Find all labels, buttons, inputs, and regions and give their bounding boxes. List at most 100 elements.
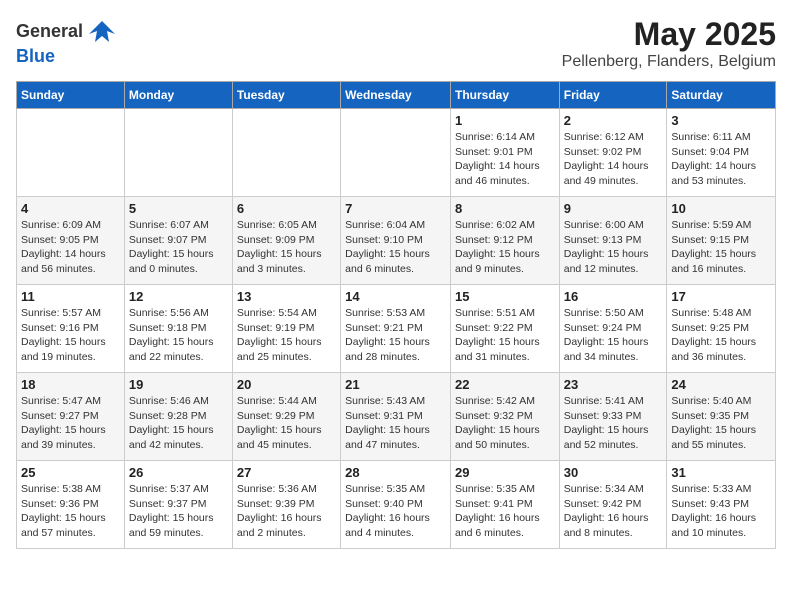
day-number: 3 [671, 113, 771, 128]
calendar-cell: 6 Sunrise: 6:05 AMSunset: 9:09 PMDaylight… [232, 197, 340, 285]
day-info: Sunrise: 5:46 AMSunset: 9:28 PMDaylight:… [129, 394, 228, 453]
calendar-cell: 16Sunrise: 5:50 AMSunset: 9:24 PMDayligh… [559, 285, 667, 373]
day-info: Sunrise: 6:11 AMSunset: 9:04 PMDaylight:… [671, 130, 771, 189]
calendar-cell: 30 Sunrise: 5:34 AMSunset: 9:42 PMDayligh… [559, 461, 667, 549]
day-number: 25 [21, 465, 120, 480]
calendar-week-row: 1 Sunrise: 6:14 AMSunset: 9:01 PMDaylight… [17, 109, 776, 197]
day-info: Sunrise: 5:47 AMSunset: 9:27 PMDaylight:… [21, 394, 120, 453]
col-header-monday: Monday [124, 82, 232, 109]
calendar-week-row: 11 Sunrise: 5:57 AMSunset: 9:16 PMDayligh… [17, 285, 776, 373]
calendar-cell: 1 Sunrise: 6:14 AMSunset: 9:01 PMDaylight… [450, 109, 559, 197]
day-info: Sunrise: 5:34 AMSunset: 9:42 PMDaylight:… [564, 482, 663, 541]
day-info: Sunrise: 5:42 AMSunset: 9:32 PMDaylight:… [455, 394, 555, 453]
day-info: Sunrise: 5:38 AMSunset: 9:36 PMDaylight:… [21, 482, 120, 541]
day-info: Sunrise: 5:53 AMSunset: 9:21 PMDaylight:… [345, 306, 446, 365]
col-header-sunday: Sunday [17, 82, 125, 109]
day-number: 30 [564, 465, 663, 480]
calendar-cell: 29 Sunrise: 5:35 AMSunset: 9:41 PMDayligh… [450, 461, 559, 549]
day-number: 5 [129, 201, 228, 216]
day-number: 13 [237, 289, 336, 304]
day-info: Sunrise: 6:09 AMSunset: 9:05 PMDaylight:… [21, 218, 120, 277]
calendar-cell [124, 109, 232, 197]
calendar-cell: 21Sunrise: 5:43 AMSunset: 9:31 PMDayligh… [341, 373, 451, 461]
calendar-cell: 27 Sunrise: 5:36 AMSunset: 9:39 PMDayligh… [232, 461, 340, 549]
calendar-cell: 24 Sunrise: 5:40 AMSunset: 9:35 PMDayligh… [667, 373, 776, 461]
day-info: Sunrise: 5:37 AMSunset: 9:37 PMDaylight:… [129, 482, 228, 541]
day-info: Sunrise: 5:44 AMSunset: 9:29 PMDaylight:… [237, 394, 336, 453]
day-info: Sunrise: 5:35 AMSunset: 9:41 PMDaylight:… [455, 482, 555, 541]
calendar-week-row: 18 Sunrise: 5:47 AMSunset: 9:27 PMDayligh… [17, 373, 776, 461]
day-info: Sunrise: 5:43 AMSunset: 9:31 PMDaylight:… [345, 394, 446, 453]
day-number: 14 [345, 289, 446, 304]
day-info: Sunrise: 5:57 AMSunset: 9:16 PMDaylight:… [21, 306, 120, 365]
day-number: 22 [455, 377, 555, 392]
col-header-tuesday: Tuesday [232, 82, 340, 109]
day-info: Sunrise: 5:40 AMSunset: 9:35 PMDaylight:… [671, 394, 771, 453]
calendar-cell: 5 Sunrise: 6:07 AMSunset: 9:07 PMDaylight… [124, 197, 232, 285]
calendar-cell: 8Sunrise: 6:02 AMSunset: 9:12 PMDaylight… [450, 197, 559, 285]
day-number: 11 [21, 289, 120, 304]
col-header-saturday: Saturday [667, 82, 776, 109]
calendar-cell: 7Sunrise: 6:04 AMSunset: 9:10 PMDaylight… [341, 197, 451, 285]
col-header-friday: Friday [559, 82, 667, 109]
calendar-cell: 31Sunrise: 5:33 AMSunset: 9:43 PMDayligh… [667, 461, 776, 549]
page-header: General Blue May 2025 Pellenberg, Flande… [16, 16, 776, 71]
calendar-cell: 9 Sunrise: 6:00 AMSunset: 9:13 PMDaylight… [559, 197, 667, 285]
day-number: 24 [671, 377, 771, 392]
day-number: 12 [129, 289, 228, 304]
calendar-cell: 26 Sunrise: 5:37 AMSunset: 9:37 PMDayligh… [124, 461, 232, 549]
day-info: Sunrise: 5:36 AMSunset: 9:39 PMDaylight:… [237, 482, 336, 541]
day-number: 18 [21, 377, 120, 392]
day-info: Sunrise: 6:05 AMSunset: 9:09 PMDaylight:… [237, 218, 336, 277]
col-header-wednesday: Wednesday [341, 82, 451, 109]
calendar-week-row: 4 Sunrise: 6:09 AMSunset: 9:05 PMDaylight… [17, 197, 776, 285]
day-number: 26 [129, 465, 228, 480]
calendar-cell [232, 109, 340, 197]
day-number: 19 [129, 377, 228, 392]
calendar-cell: 17Sunrise: 5:48 AMSunset: 9:25 PMDayligh… [667, 285, 776, 373]
calendar-cell: 12Sunrise: 5:56 AMSunset: 9:18 PMDayligh… [124, 285, 232, 373]
day-number: 6 [237, 201, 336, 216]
day-number: 10 [671, 201, 771, 216]
calendar-cell: 15 Sunrise: 5:51 AMSunset: 9:22 PMDayligh… [450, 285, 559, 373]
day-number: 20 [237, 377, 336, 392]
calendar-cell: 28Sunrise: 5:35 AMSunset: 9:40 PMDayligh… [341, 461, 451, 549]
calendar-cell: 13 Sunrise: 5:54 AMSunset: 9:19 PMDayligh… [232, 285, 340, 373]
logo-general-text: General [16, 21, 83, 42]
day-info: Sunrise: 5:51 AMSunset: 9:22 PMDaylight:… [455, 306, 555, 365]
calendar-cell: 23Sunrise: 5:41 AMSunset: 9:33 PMDayligh… [559, 373, 667, 461]
calendar-cell: 20 Sunrise: 5:44 AMSunset: 9:29 PMDayligh… [232, 373, 340, 461]
calendar-cell: 11 Sunrise: 5:57 AMSunset: 9:16 PMDayligh… [17, 285, 125, 373]
day-info: Sunrise: 5:54 AMSunset: 9:19 PMDaylight:… [237, 306, 336, 365]
calendar-cell: 14 Sunrise: 5:53 AMSunset: 9:21 PMDayligh… [341, 285, 451, 373]
title-area: May 2025 Pellenberg, Flanders, Belgium [562, 16, 776, 71]
day-info: Sunrise: 5:33 AMSunset: 9:43 PMDaylight:… [671, 482, 771, 541]
day-number: 27 [237, 465, 336, 480]
day-number: 7 [345, 201, 446, 216]
day-number: 29 [455, 465, 555, 480]
calendar-cell: 10 Sunrise: 5:59 AMSunset: 9:15 PMDayligh… [667, 197, 776, 285]
day-info: Sunrise: 6:00 AMSunset: 9:13 PMDaylight:… [564, 218, 663, 277]
calendar-cell: 22 Sunrise: 5:42 AMSunset: 9:32 PMDayligh… [450, 373, 559, 461]
day-number: 4 [21, 201, 120, 216]
location-title: Pellenberg, Flanders, Belgium [562, 53, 776, 71]
day-info: Sunrise: 6:07 AMSunset: 9:07 PMDaylight:… [129, 218, 228, 277]
day-number: 23 [564, 377, 663, 392]
day-info: Sunrise: 5:59 AMSunset: 9:15 PMDaylight:… [671, 218, 771, 277]
day-info: Sunrise: 6:14 AMSunset: 9:01 PMDaylight:… [455, 130, 555, 189]
day-number: 1 [455, 113, 555, 128]
calendar-cell: 18 Sunrise: 5:47 AMSunset: 9:27 PMDayligh… [17, 373, 125, 461]
calendar-cell: 2Sunrise: 6:12 AMSunset: 9:02 PMDaylight… [559, 109, 667, 197]
logo-blue-text: Blue [16, 46, 55, 66]
calendar-cell: 4 Sunrise: 6:09 AMSunset: 9:05 PMDaylight… [17, 197, 125, 285]
calendar-week-row: 25 Sunrise: 5:38 AMSunset: 9:36 PMDayligh… [17, 461, 776, 549]
day-number: 15 [455, 289, 555, 304]
calendar-cell [17, 109, 125, 197]
calendar-table: SundayMondayTuesdayWednesdayThursdayFrid… [16, 81, 776, 549]
day-info: Sunrise: 6:02 AMSunset: 9:12 PMDaylight:… [455, 218, 555, 277]
logo: General Blue [16, 16, 117, 67]
day-number: 9 [564, 201, 663, 216]
day-number: 28 [345, 465, 446, 480]
calendar-header-row: SundayMondayTuesdayWednesdayThursdayFrid… [17, 82, 776, 109]
day-number: 16 [564, 289, 663, 304]
